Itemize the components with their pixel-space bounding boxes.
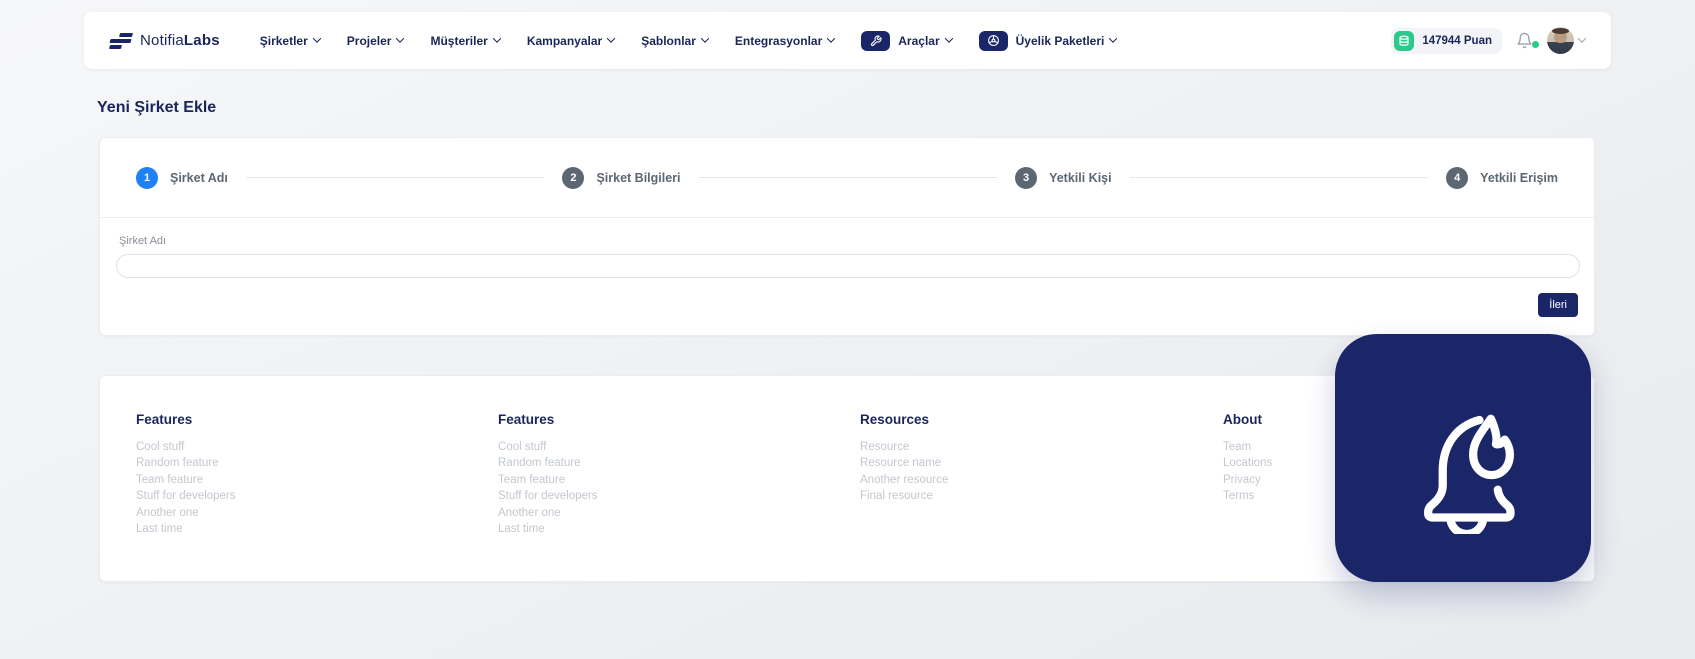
next-button[interactable]: İleri	[1538, 293, 1578, 317]
nav-item-label: Üyelik Paketleri	[1015, 33, 1105, 48]
footer-link[interactable]: Another resource	[860, 472, 1160, 488]
step-yetkili-kisi[interactable]: 3 Yetkili Kişi	[1015, 166, 1112, 189]
chevron-down-icon	[944, 33, 953, 43]
step-label: Şirket Bilgileri	[596, 170, 681, 185]
chevron-down-icon	[396, 33, 405, 43]
nav-item-label: Kampanyalar	[526, 33, 603, 48]
steering-wheel-icon	[978, 30, 1008, 51]
footer-link[interactable]: Cool stuff	[136, 439, 436, 455]
brand-tile	[1335, 334, 1591, 582]
step-number-badge: 2	[562, 166, 585, 189]
brand-name-regular: Notifia	[140, 32, 184, 49]
company-name-input[interactable]	[116, 254, 1580, 278]
notifications-button[interactable]	[1516, 32, 1539, 49]
nav-item-sablonlar[interactable]: Şablonlar	[641, 33, 710, 48]
step-yetkili-erisim[interactable]: 4 Yetkili Erişim	[1446, 166, 1558, 189]
step-sirket-bilgileri[interactable]: 2 Şirket Bilgileri	[562, 166, 681, 189]
nav-item-araclar[interactable]: Araçlar	[861, 30, 953, 51]
step-number-badge: 4	[1446, 166, 1469, 189]
footer-link[interactable]: Stuff for developers	[136, 488, 436, 504]
footer-link[interactable]: Resource	[860, 439, 1160, 455]
wizard-stepper: 1 Şirket Adı 2 Şirket Bilgileri 3 Yetkil…	[100, 138, 1594, 217]
nav-item-projeler[interactable]: Projeler	[346, 33, 405, 48]
chevron-down-icon	[827, 33, 836, 43]
bell-flame-icon	[1424, 414, 1515, 534]
brand-logo-text: NotifiaLabs	[140, 32, 220, 49]
online-status-dot	[1532, 41, 1539, 48]
user-menu[interactable]	[1547, 27, 1587, 54]
footer-heading: Resources	[860, 412, 930, 427]
nav-item-entegrasyonlar[interactable]: Entegrasyonlar	[734, 33, 836, 48]
brand-logo[interactable]: NotifiaLabs	[108, 32, 220, 49]
footer-link[interactable]: Final resource	[860, 488, 1160, 504]
footer-heading: Features	[498, 412, 555, 427]
step-number-badge: 1	[136, 166, 158, 189]
chevron-down-icon	[1577, 33, 1587, 43]
user-avatar	[1547, 27, 1574, 54]
footer-link[interactable]: Last time	[136, 521, 436, 537]
points-value: 147944 Puan	[1422, 34, 1492, 47]
step-connector	[1129, 177, 1429, 178]
footer-column-features-2: Features Cool stuff Random feature Team …	[498, 412, 798, 537]
footer-link[interactable]: Resource name	[860, 455, 1160, 471]
nav-item-musteriler[interactable]: Müşteriler	[430, 33, 502, 48]
step-connector	[698, 177, 998, 178]
top-navbar: NotifiaLabs Şirketler Projeler Müşterile…	[84, 12, 1611, 69]
nav-item-label: Entegrasyonlar	[734, 33, 823, 48]
footer-heading: Features	[136, 412, 193, 427]
nav-item-label: Araçlar	[898, 33, 940, 48]
nav-item-kampanyalar[interactable]: Kampanyalar	[526, 33, 616, 48]
main-nav: Şirketler Projeler Müşteriler Kampanyala…	[259, 30, 1118, 51]
nav-item-uyelik-paketleri[interactable]: Üyelik Paketleri	[978, 30, 1118, 51]
footer-column-resources: Resources Resource Resource name Another…	[860, 412, 1160, 505]
step-label: Yetkili Erişim	[1480, 170, 1558, 185]
company-name-form: Şirket Adı İleri	[100, 218, 1594, 317]
nav-item-label: Projeler	[346, 33, 392, 48]
chevron-down-icon	[606, 33, 616, 43]
footer-link[interactable]: Another one	[136, 505, 436, 521]
new-company-card: 1 Şirket Adı 2 Şirket Bilgileri 3 Yetkil…	[99, 137, 1595, 336]
step-label: Şirket Adı	[170, 170, 228, 185]
wrench-icon	[861, 30, 891, 51]
company-name-label: Şirket Adı	[119, 235, 167, 247]
footer-link[interactable]: Team feature	[136, 472, 436, 488]
nav-item-label: Şirketler	[259, 33, 308, 48]
step-connector	[245, 177, 545, 178]
nav-item-sirketler[interactable]: Şirketler	[259, 33, 322, 48]
footer-link[interactable]: Team feature	[498, 472, 798, 488]
page-title: Yeni Şirket Ekle	[97, 99, 217, 116]
footer-column-features-1: Features Cool stuff Random feature Team …	[136, 412, 436, 537]
bell-icon	[1517, 32, 1532, 49]
chevron-down-icon	[700, 33, 710, 43]
brand-logo-icon	[108, 32, 133, 49]
nav-item-label: Şablonlar	[641, 33, 696, 48]
brand-name-bold: Labs	[183, 32, 220, 49]
footer-link[interactable]: Last time	[498, 521, 798, 537]
points-badge[interactable]: 147944 Puan	[1391, 27, 1502, 54]
footer-link[interactable]: Cool stuff	[498, 439, 798, 455]
footer-link[interactable]: Stuff for developers	[498, 488, 798, 504]
page: NotifiaLabs Şirketler Projeler Müşterile…	[0, 0, 1695, 659]
footer-link[interactable]: Another one	[498, 505, 798, 521]
coins-icon	[1394, 30, 1415, 51]
chevron-down-icon	[1109, 33, 1118, 43]
chevron-down-icon	[312, 33, 322, 43]
chevron-down-icon	[492, 33, 502, 43]
step-label: Yetkili Kişi	[1049, 170, 1112, 185]
nav-item-label: Müşteriler	[430, 33, 488, 48]
step-sirket-adi[interactable]: 1 Şirket Adı	[136, 166, 228, 189]
button-row: İleri	[116, 293, 1578, 317]
footer-link[interactable]: Random feature	[136, 455, 436, 471]
step-number-badge: 3	[1015, 166, 1038, 189]
footer-link[interactable]: Random feature	[498, 455, 798, 471]
header-right: 147944 Puan	[1391, 27, 1587, 54]
